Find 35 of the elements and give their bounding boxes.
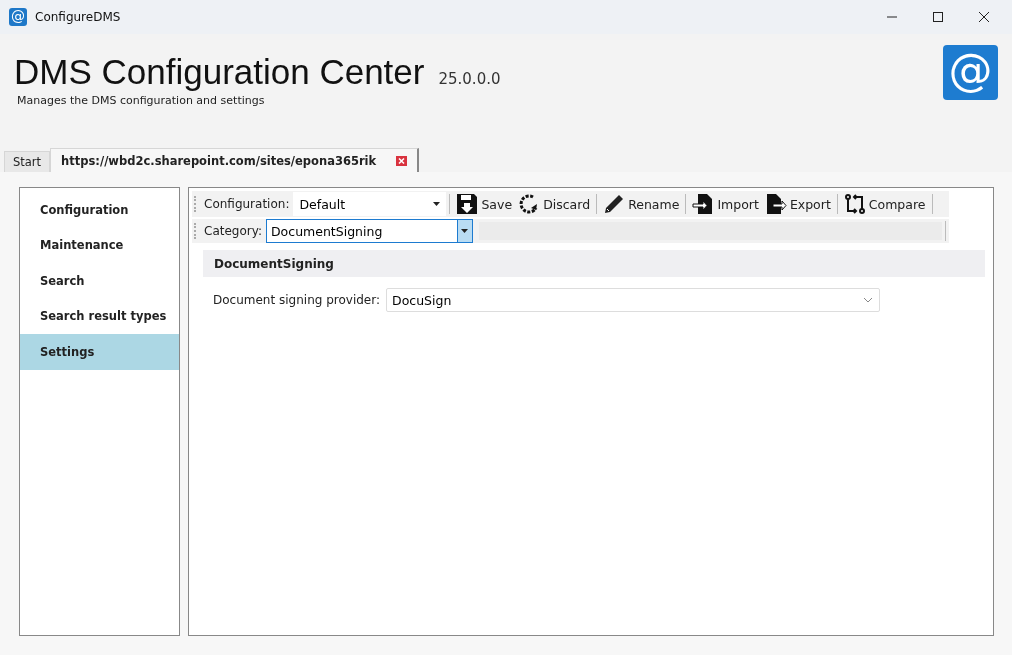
pencil-icon (603, 193, 626, 215)
app-subtitle: Manages the DMS configuration and settings (17, 94, 266, 107)
configuration-label: Configuration: (204, 197, 290, 211)
rename-button[interactable]: Rename (600, 192, 683, 216)
close-tab-icon[interactable] (396, 155, 408, 166)
compare-arrows-icon (843, 193, 866, 215)
file-export-icon (764, 193, 787, 215)
export-button[interactable]: Export (761, 192, 834, 216)
import-button[interactable]: Import (689, 192, 762, 216)
version-label: 25.0.0.0 (438, 70, 501, 88)
close-icon[interactable] (978, 11, 990, 23)
category-label: Category: (204, 224, 262, 238)
provider-dropdown[interactable]: DocuSign (386, 288, 880, 312)
tab[interactable]: https://wbd2c.sharepoint.com/sites/epona365rik (50, 148, 420, 172)
tab[interactable]: Start (4, 151, 51, 172)
dropdown-arrow-icon (433, 202, 441, 206)
file-import-icon (692, 193, 715, 215)
category-dropdown[interactable]: DocumentSigning (266, 219, 473, 243)
chevron-down-icon (863, 297, 873, 303)
window-title: ConfigureDMS (35, 10, 121, 24)
sidebar-item[interactable]: Configuration (20, 192, 179, 228)
sidebar-item[interactable]: Settings (20, 334, 179, 370)
sidebar-item[interactable]: Search result types (20, 298, 179, 334)
sidebar-item[interactable]: Search (20, 263, 179, 299)
app-at-sign-icon: @ (9, 8, 27, 26)
app-title: DMS Configuration Center (14, 52, 425, 92)
maximize-icon[interactable] (932, 11, 944, 23)
section-header: DocumentSigning (203, 250, 985, 277)
sidebar-item[interactable]: Maintenance (20, 227, 179, 263)
compare-button[interactable]: Compare (840, 192, 929, 216)
discard-button[interactable]: Discard (515, 192, 594, 216)
save-button[interactable]: Save (453, 192, 516, 216)
at-sign-logo-icon: @ (943, 45, 998, 100)
field-label: Document signing provider: (213, 293, 380, 307)
configuration-dropdown[interactable]: Default (293, 192, 447, 216)
